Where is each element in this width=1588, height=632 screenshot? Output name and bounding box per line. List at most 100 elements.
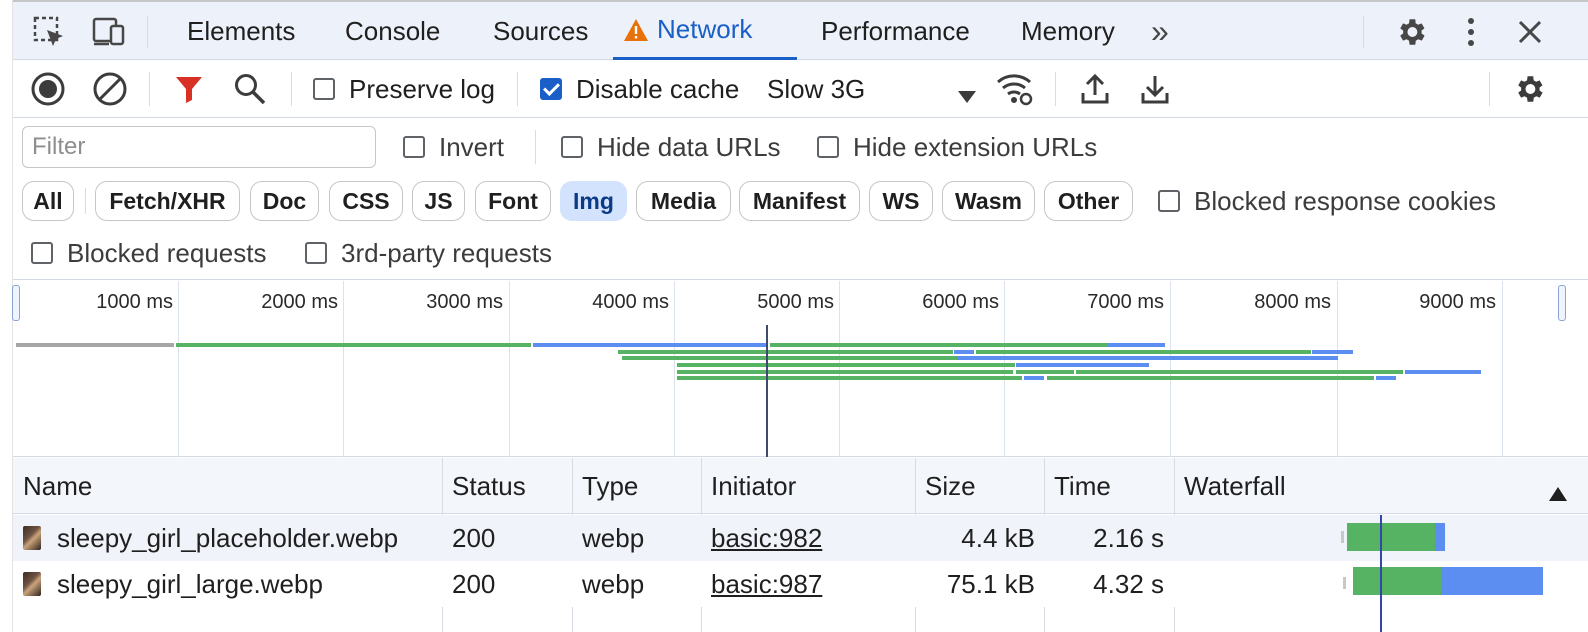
table-row[interactable]: sleepy_girl_placeholder.webp 200 webp ba… <box>13 515 1588 561</box>
invert-checkbox[interactable]: Invert <box>403 130 504 164</box>
disable-cache-box[interactable] <box>540 78 562 100</box>
blocked-response-cookies-box[interactable] <box>1158 190 1180 212</box>
overview-bar <box>954 350 974 354</box>
initiator-link[interactable]: basic:987 <box>711 569 822 600</box>
request-time: 2.16 s <box>1093 522 1164 553</box>
hide-data-urls-label: Hide data URLs <box>597 131 781 162</box>
column-header-time[interactable]: Time <box>1044 458 1174 514</box>
filter-chip-ws[interactable]: WS <box>869 181 933 221</box>
overview-bar <box>976 350 1311 354</box>
column-header-label: Size <box>925 470 976 501</box>
gridline <box>509 281 510 457</box>
filter-chip-img[interactable]: Img <box>560 181 627 221</box>
tab-elements[interactable]: Elements <box>177 2 305 60</box>
filter-input[interactable]: Filter <box>22 126 376 168</box>
overview-bar <box>533 343 768 347</box>
column-header-waterfall[interactable]: Waterfall <box>1174 458 1588 514</box>
tick-label: 5000 ms <box>757 291 834 313</box>
table-row[interactable]: sleepy_girl_large.webp 200 webp basic:98… <box>13 561 1588 607</box>
network-overview-timeline[interactable]: 1000 ms 2000 ms 3000 ms 4000 ms 5000 ms … <box>12 281 1588 457</box>
filter-chip-media[interactable]: Media <box>636 181 731 221</box>
tab-sources[interactable]: Sources <box>483 2 598 60</box>
column-header-name[interactable]: Name <box>13 458 442 514</box>
filter-chip-wasm[interactable]: Wasm <box>942 181 1035 221</box>
filter-chip-js[interactable]: JS <box>412 181 465 221</box>
separator <box>291 72 292 106</box>
network-conditions-icon[interactable] <box>995 68 1035 110</box>
record-icon[interactable] <box>29 68 67 110</box>
request-initiator[interactable]: basic:982 <box>701 515 915 561</box>
filter-chip-css[interactable]: CSS <box>329 181 403 221</box>
warning-icon <box>623 18 649 42</box>
filter-chip-all[interactable]: All <box>22 181 74 221</box>
overview-right-handle[interactable] <box>1558 285 1566 321</box>
import-har-icon[interactable] <box>1077 68 1113 110</box>
chip-label: All <box>33 187 63 214</box>
hide-data-urls-checkbox[interactable]: Hide data URLs <box>561 130 781 164</box>
tab-label: Memory <box>1021 15 1115 46</box>
clear-icon[interactable] <box>91 68 129 110</box>
disable-cache-checkbox[interactable]: Disable cache <box>540 68 739 110</box>
filter-chip-doc[interactable]: Doc <box>250 181 319 221</box>
gridline <box>1170 281 1171 457</box>
hide-extension-urls-checkbox[interactable]: Hide extension URLs <box>817 130 1097 164</box>
filter-chip-other[interactable]: Other <box>1044 181 1133 221</box>
overview-bar <box>1376 376 1396 380</box>
blocked-requests-checkbox[interactable]: Blocked requests <box>31 236 266 270</box>
request-name-text: sleepy_girl_large.webp <box>57 568 323 599</box>
tab-console[interactable]: Console <box>335 2 450 60</box>
third-party-requests-checkbox[interactable]: 3rd-party requests <box>305 236 552 270</box>
overview-bar <box>1108 343 1165 347</box>
column-header-label: Name <box>23 470 93 501</box>
separator <box>85 188 86 214</box>
chip-label: Wasm <box>955 187 1022 214</box>
separator <box>517 72 518 106</box>
filter-chip-font[interactable]: Font <box>475 181 551 221</box>
kebab-menu-icon[interactable] <box>1455 12 1487 52</box>
preserve-log-checkbox[interactable]: Preserve log <box>313 68 495 110</box>
column-header-size[interactable]: Size <box>915 458 1045 514</box>
network-settings-icon[interactable] <box>1509 68 1549 110</box>
sort-ascending-icon <box>1548 478 1568 509</box>
overview-bar <box>622 356 957 360</box>
more-tabs-icon[interactable]: » <box>1141 2 1179 60</box>
preserve-log-box[interactable] <box>313 78 335 100</box>
request-name[interactable]: sleepy_girl_placeholder.webp <box>13 515 442 561</box>
search-icon[interactable] <box>231 68 269 110</box>
column-header-initiator[interactable]: Initiator <box>701 458 915 514</box>
load-event-marker <box>1380 515 1382 632</box>
separator <box>535 130 536 164</box>
close-icon[interactable] <box>1513 12 1547 52</box>
filter-chip-fetch-xhr[interactable]: Fetch/XHR <box>95 181 240 221</box>
filter-chip-manifest[interactable]: Manifest <box>739 181 860 221</box>
overview-bar <box>16 343 174 347</box>
tab-performance[interactable]: Performance <box>811 2 980 60</box>
hide-extension-urls-box[interactable] <box>817 136 839 158</box>
overview-bar <box>1312 350 1353 354</box>
settings-gear-icon[interactable] <box>1391 12 1431 52</box>
third-party-requests-label: 3rd-party requests <box>341 237 552 268</box>
blocked-response-cookies-checkbox[interactable]: Blocked response cookies <box>1158 184 1496 218</box>
third-party-requests-box[interactable] <box>305 242 327 264</box>
throttling-select[interactable]: Slow 3G <box>767 68 977 110</box>
blocked-requests-box[interactable] <box>31 242 53 264</box>
filter-icon[interactable] <box>171 68 207 110</box>
column-header-status[interactable]: Status <box>442 458 572 514</box>
waterfall-waiting-bar <box>1347 523 1435 551</box>
overview-bar <box>1076 370 1403 374</box>
device-toolbar-icon[interactable] <box>89 12 129 52</box>
invert-box[interactable] <box>403 136 425 158</box>
overview-bar <box>618 350 953 354</box>
hide-data-urls-box[interactable] <box>561 136 583 158</box>
request-initiator[interactable]: basic:987 <box>701 561 915 607</box>
tab-memory[interactable]: Memory <box>1011 2 1125 60</box>
inspect-element-icon[interactable] <box>29 12 69 52</box>
chip-label: CSS <box>342 187 390 214</box>
column-header-type[interactable]: Type <box>572 458 702 514</box>
initiator-link[interactable]: basic:982 <box>711 523 822 554</box>
tab-network[interactable]: Network <box>613 2 797 60</box>
overview-left-handle[interactable] <box>12 285 20 321</box>
export-har-icon[interactable] <box>1137 68 1173 110</box>
waterfall-download-bar <box>1441 567 1543 595</box>
request-name[interactable]: sleepy_girl_large.webp <box>13 561 442 607</box>
